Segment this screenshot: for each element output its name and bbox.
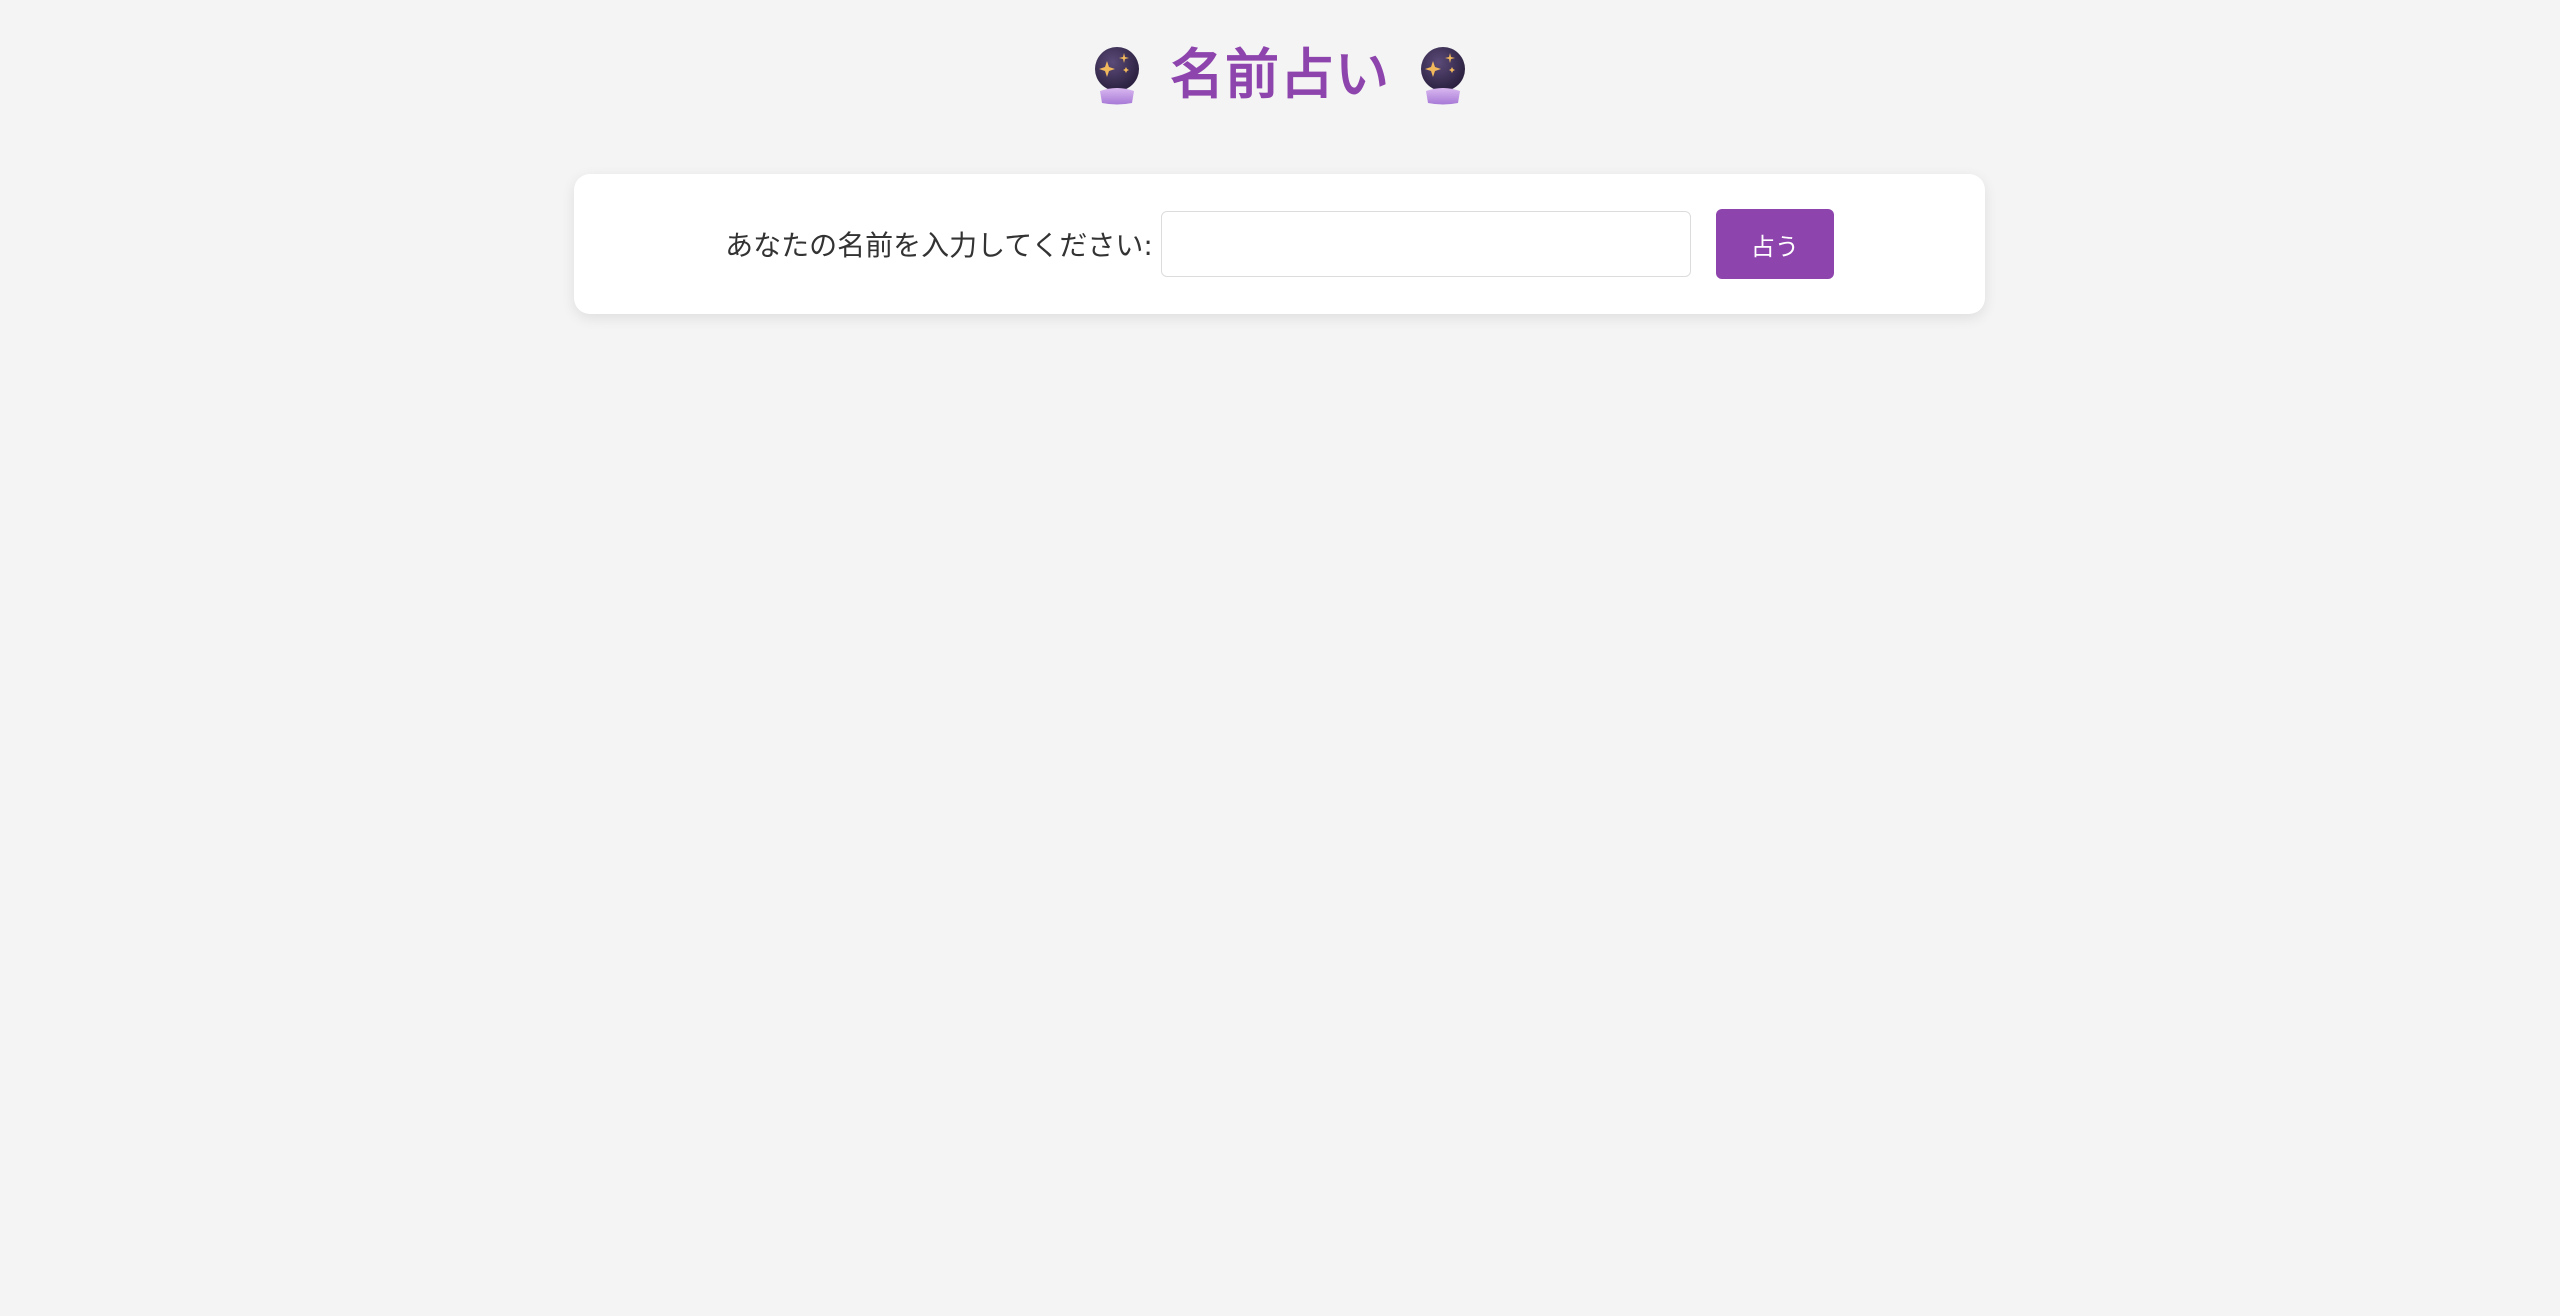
name-input[interactable] [1160, 211, 1691, 277]
page-header: 名前占い [0, 40, 2560, 110]
crystal-ball-icon [1421, 47, 1465, 105]
name-label: あなたの名前を入力してください: [725, 229, 1153, 262]
page-title: 名前占い [1170, 43, 1390, 106]
fortune-button[interactable]: 占う [1715, 209, 1834, 279]
name-form: あなたの名前を入力してください: 占う [725, 209, 1834, 279]
crystal-ball-icon [1095, 47, 1139, 105]
fortune-form-card: あなたの名前を入力してください: 占う [574, 174, 1985, 314]
